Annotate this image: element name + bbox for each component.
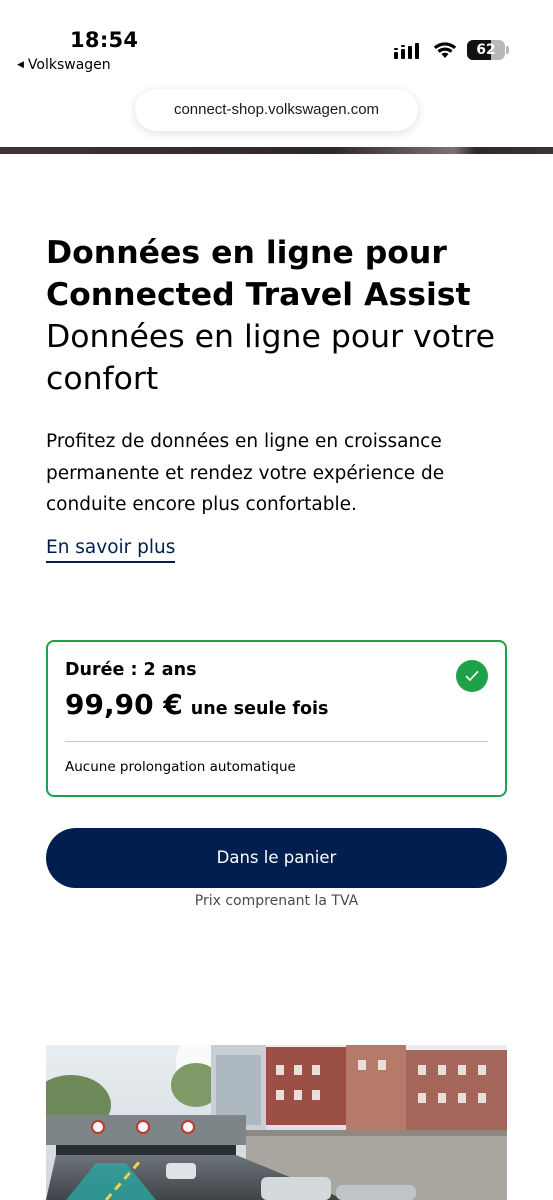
- back-triangle-icon: ◀: [17, 60, 24, 70]
- learn-more-link[interactable]: En savoir plus: [46, 537, 176, 563]
- status-time: 18:54: [70, 28, 139, 52]
- offer-price-line: 99,90 € une seule fois: [65, 688, 328, 721]
- offer-divider: [65, 741, 488, 742]
- hero-image-edge: [0, 147, 553, 154]
- product-description: Profitez de données en ligne en croissan…: [46, 431, 445, 515]
- back-app-label: Volkswagen: [27, 57, 111, 73]
- checkmark-icon: [456, 660, 488, 692]
- vat-note: Prix comprenant la TVA: [194, 893, 359, 909]
- status-icons: 62: [393, 40, 509, 60]
- wifi-icon: [433, 42, 457, 58]
- url-bar[interactable]: connect-shop.volkswagen.com: [135, 89, 418, 131]
- offer-note: Aucune prolongation automatique: [65, 759, 296, 775]
- offer-price-suffix: une seule fois: [190, 699, 329, 719]
- battery-level: 62: [476, 42, 496, 58]
- offer-duration: Durée : 2 ans: [65, 660, 197, 680]
- signal-icon: [394, 43, 419, 59]
- page: 18:54 ◀ Volkswagen 62 connect-shop.volks…: [0, 0, 553, 1200]
- product-title: Données en ligne pour Connected Travel A…: [46, 235, 471, 313]
- add-to-cart-button[interactable]: Dans le panier: [46, 828, 507, 888]
- product-subtitle: Données en ligne pour votre confort: [46, 319, 495, 397]
- offer-option-card[interactable]: Durée : 2 ans 99,90 € une seule fois Auc…: [46, 640, 507, 797]
- tunnel-illustration-image: [46, 1045, 507, 1200]
- back-to-app-link[interactable]: ◀ Volkswagen: [17, 57, 111, 73]
- battery-icon: 62: [467, 40, 509, 60]
- offer-price: 99,90 €: [65, 688, 183, 721]
